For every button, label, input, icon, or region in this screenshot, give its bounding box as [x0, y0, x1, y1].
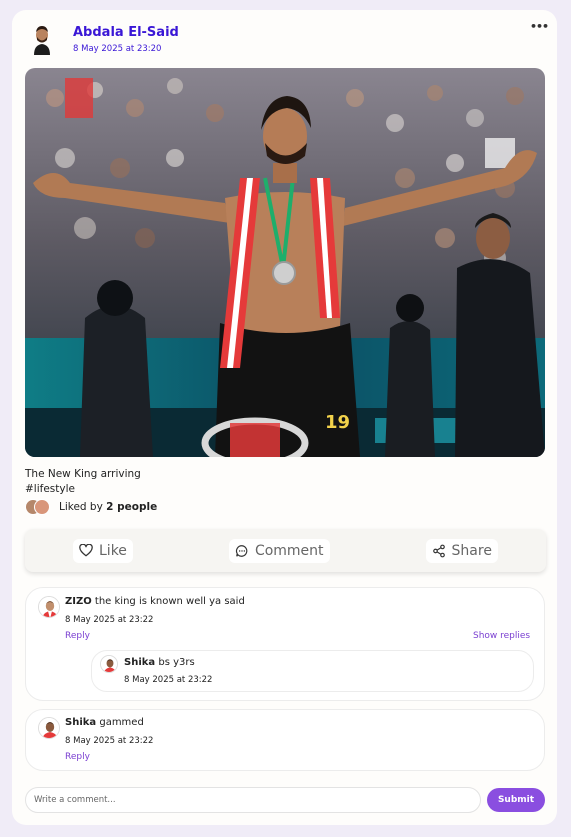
post-card: Abdala El-Said 8 May 2025 at 23:20 ••• 1… — [12, 10, 557, 825]
author-name[interactable]: Abdala El-Said — [73, 25, 179, 40]
post-image: 19 — [25, 68, 545, 457]
liked-by-count: 2 people — [106, 501, 158, 513]
comment-username[interactable]: ZIZO — [65, 596, 92, 607]
reply-link[interactable]: Reply — [65, 752, 90, 762]
chat-bubble-icon — [235, 544, 249, 558]
commenter-avatar[interactable] — [38, 596, 60, 618]
reply-timestamp: 8 May 2025 at 23:22 — [124, 675, 213, 685]
commenter-avatar[interactable] — [38, 717, 60, 739]
comment-button[interactable]: Comment — [228, 538, 330, 563]
liker-avatar — [34, 499, 50, 515]
comment-timestamp: 8 May 2025 at 23:22 — [65, 615, 154, 625]
comment-label: Comment — [254, 542, 324, 559]
submit-button[interactable]: Submit — [487, 788, 545, 812]
hashtag[interactable]: #lifestyle — [25, 482, 141, 497]
share-button[interactable]: Share — [425, 538, 498, 563]
liker-avatars — [25, 499, 53, 515]
svg-text:19: 19 — [325, 412, 350, 433]
reply-link[interactable]: Reply — [65, 631, 90, 641]
post-timestamp: 8 May 2025 at 23:20 — [73, 44, 162, 54]
like-button[interactable]: Like — [73, 538, 133, 563]
share-label: Share — [451, 542, 492, 559]
comment-body: ZIZO the king is known well ya said — [65, 596, 245, 607]
ellipsis-icon[interactable]: ••• — [530, 20, 549, 34]
comment-body: Shika gammed — [65, 717, 144, 728]
commenter-avatar[interactable] — [100, 655, 118, 673]
share-icon — [432, 544, 446, 558]
reply-username[interactable]: Shika — [124, 657, 155, 668]
heart-icon — [79, 544, 93, 557]
comment-username[interactable]: Shika — [65, 717, 96, 728]
liked-by-text: Liked by 2 people — [59, 501, 157, 513]
caption-text: The New King arriving — [25, 468, 141, 480]
show-replies-link[interactable]: Show replies — [473, 631, 530, 641]
post-actions-bar: Like Comment Share — [25, 529, 546, 572]
comment-item: Shika gammed 8 May 2025 at 23:22 Reply — [25, 709, 545, 771]
comment-text: gammed — [99, 717, 144, 728]
like-label: Like — [99, 542, 127, 559]
reply-item: Shika bs y3rs 8 May 2025 at 23:22 — [91, 650, 534, 692]
liked-by-prefix: Liked by — [59, 501, 103, 513]
author-avatar[interactable] — [28, 23, 56, 55]
comment-item: ZIZO the king is known well ya said 8 Ma… — [25, 587, 545, 701]
reply-text: bs y3rs — [158, 657, 195, 668]
likes-summary[interactable]: Liked by 2 people — [25, 498, 157, 516]
post-caption: The New King arriving #lifestyle — [25, 467, 141, 497]
comment-text: the king is known well ya said — [94, 596, 245, 607]
comment-timestamp: 8 May 2025 at 23:22 — [65, 736, 154, 746]
reply-body: Shika bs y3rs — [124, 657, 195, 668]
comment-input[interactable] — [25, 787, 481, 813]
